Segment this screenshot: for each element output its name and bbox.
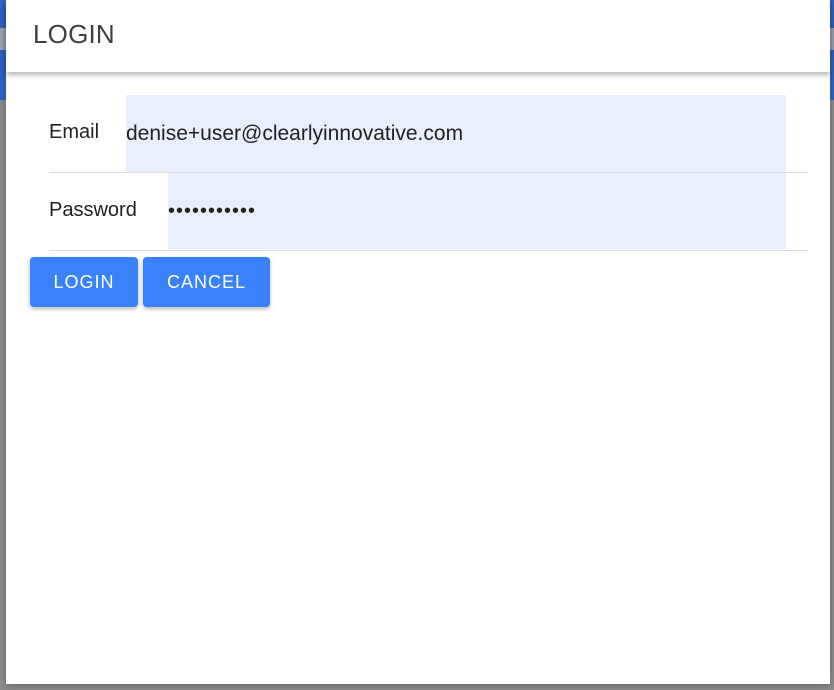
dialog-title: LOGIN (33, 19, 115, 49)
dialog-header: LOGIN (6, 0, 830, 72)
password-label: Password (49, 199, 137, 221)
email-label: Email (49, 121, 100, 143)
password-row: Password (49, 173, 808, 251)
email-row: Email (49, 95, 808, 173)
cancel-button[interactable]: CANCEL (143, 257, 270, 307)
email-field[interactable] (126, 95, 786, 172)
password-field[interactable] (168, 173, 786, 249)
login-button[interactable]: LOGIN (30, 257, 138, 307)
login-dialog: LOGIN Email Password LOGIN CANCEL (6, 0, 830, 684)
